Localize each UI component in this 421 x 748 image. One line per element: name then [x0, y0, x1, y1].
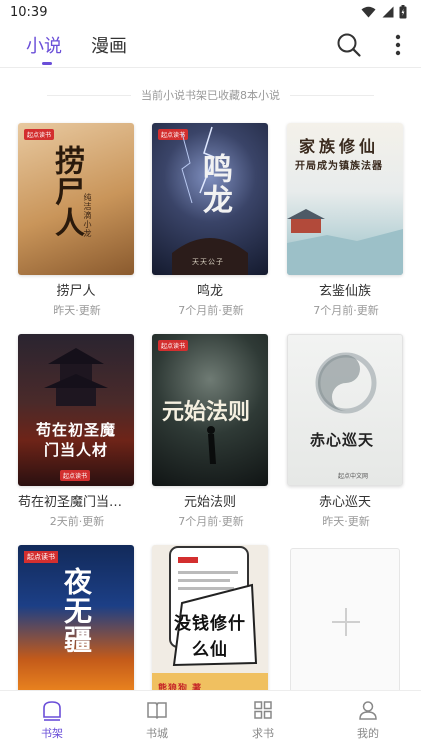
nav-item-store[interactable]: 书城 [127, 699, 187, 741]
plus-icon [345, 608, 347, 636]
divider-line [47, 94, 131, 96]
top-nav: 小说 漫画 [0, 28, 421, 66]
warrior-icon [207, 426, 216, 464]
bottom-nav: 书架 书城 求书 我的 [0, 690, 421, 748]
pavilion-icon [287, 209, 403, 275]
nav-item-request[interactable]: 求书 [233, 699, 293, 741]
tab-indicator [42, 62, 52, 65]
book-item[interactable]: 起点读书 夜无疆 [18, 545, 136, 697]
book-title: 元始法则 [183, 495, 236, 510]
book-update-time: 昨天·更新 [53, 304, 101, 317]
pagoda-icon [44, 348, 108, 406]
nav-label: 书城 [146, 727, 168, 740]
grid-icon [254, 701, 272, 719]
add-book-button[interactable] [290, 548, 400, 694]
cover-subtitle: 天天公子 [192, 258, 224, 266]
book-item[interactable]: 起点读书 元始法则 元始法则 7个月前·更新 [152, 334, 270, 529]
status-bar: 10:39 [0, 0, 421, 24]
person-icon [359, 701, 377, 720]
book-update-time: 昨天·更新 [322, 515, 370, 528]
status-time: 10:39 [10, 4, 48, 20]
book-item[interactable]: 家族修仙 开局成为镇族法器 玄鉴仙族 7个月前·更新 [287, 123, 405, 318]
book-title: 苟在初圣魔门当人材 [18, 495, 134, 510]
book-title: 捞尸人 [56, 284, 96, 299]
book-item[interactable]: 起点读书 鸣龙 天天公子 鸣龙 7个月前·更新 [152, 123, 270, 318]
cover-subtitle: 起点读书 [24, 551, 58, 563]
book-cover[interactable]: 起点读书 元始法则 [152, 334, 268, 486]
book-item[interactable]: 没钱修什么仙 熊狼狗 著 [152, 545, 270, 697]
book-update-time: 7个月前·更新 [178, 304, 244, 317]
nav-item-shelf[interactable]: 书架 [22, 699, 82, 741]
book-title: 玄鉴仙族 [318, 284, 371, 299]
book-cover[interactable]: 苟在初圣魔门当人材 起点读书 [18, 334, 134, 486]
book-title: 鸣龙 [196, 284, 223, 299]
book-item[interactable]: 苟在初圣魔门当人材 起点读书 苟在初圣魔门当人材 2天前·更新 [18, 334, 136, 529]
cover-title: 赤心巡天 [310, 431, 375, 449]
book-cover[interactable]: 赤心巡天 起点中文网 [287, 334, 403, 486]
nav-label: 我的 [357, 727, 379, 740]
wifi-icon [361, 6, 376, 18]
cover-subtitle: 起点中文网 [338, 473, 369, 480]
signal-icon [382, 6, 394, 18]
status-icons [361, 5, 407, 19]
book-icon [147, 702, 167, 720]
nav-divider [0, 67, 421, 68]
cover-title: 没钱修什么仙 [174, 614, 246, 660]
book-update-time: 2天前·更新 [49, 515, 105, 528]
book-cover[interactable]: 起点读书 夜无疆 [18, 545, 134, 697]
more-icon[interactable] [390, 33, 406, 57]
shelf-icon [43, 701, 61, 721]
book-cover[interactable]: 起点读书 鸣龙 天天公子 [152, 123, 268, 275]
book-item[interactable]: 起点读书 捞尸人 纯洁滴小龙 捞尸人 昨天·更新 [18, 123, 136, 318]
book-update-time: 7个月前·更新 [178, 515, 244, 528]
cover-title: 苟在初圣魔门当人材 [35, 421, 116, 459]
battery-icon [399, 5, 407, 19]
cover-subtitle: 纯洁滴小龙 [83, 193, 92, 238]
shelf-count-text: 当前小说书架已收藏8本小说 [141, 89, 280, 102]
shelf-info: 当前小说书架已收藏8本小说 [0, 86, 421, 104]
book-update-time: 7个月前·更新 [313, 304, 379, 317]
nav-item-mine[interactable]: 我的 [338, 699, 398, 741]
cover-title: 鸣龙 [197, 153, 232, 215]
cover-badge: 起点读书 [60, 470, 91, 481]
cover-title: 夜无疆 [60, 567, 93, 654]
nav-label: 求书 [252, 727, 274, 740]
cover-badge: 起点读书 [24, 129, 55, 140]
search-icon[interactable] [336, 32, 362, 58]
tab-novel[interactable]: 小说 [26, 32, 62, 58]
book-item[interactable]: 赤心巡天 起点中文网 赤心巡天 昨天·更新 [287, 334, 405, 529]
nav-label: 书架 [41, 727, 63, 740]
book-title: 赤心巡天 [318, 495, 371, 510]
book-cover[interactable]: 没钱修什么仙 熊狼狗 著 [152, 545, 268, 697]
divider-line [290, 94, 374, 96]
book-cover[interactable]: 起点读书 捞尸人 纯洁滴小龙 [18, 123, 134, 275]
tab-manga[interactable]: 漫画 [91, 32, 127, 58]
book-cover[interactable]: 家族修仙 开局成为镇族法器 [287, 123, 403, 275]
yin-yang-icon [315, 352, 377, 414]
